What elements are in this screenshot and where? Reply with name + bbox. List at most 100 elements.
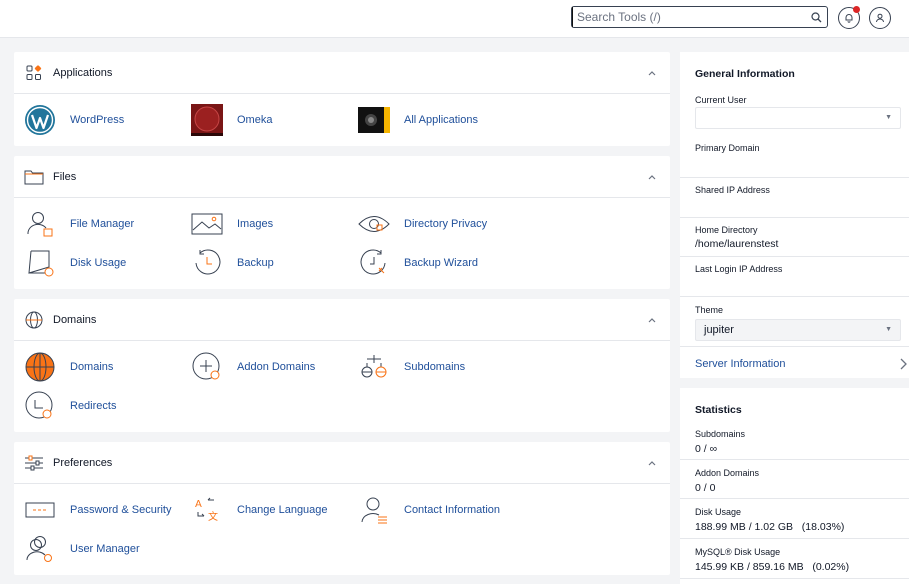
sliders-icon [24,453,44,473]
app-label: WordPress [70,114,125,126]
subdomains-icon [358,351,390,383]
applications-header[interactable]: Applications [14,52,670,94]
tool-user-manager[interactable]: User Manager [24,531,140,567]
tool-label: Redirects [70,400,117,412]
notifications-button[interactable] [838,6,860,29]
chevron-right-icon [900,358,907,370]
file-manager-icon [24,208,56,240]
stat-label: MySQL® Disk Usage [695,547,781,557]
svg-text:文: 文 [208,510,218,523]
preferences-header[interactable]: Preferences [14,442,670,484]
tool-images[interactable]: Images [191,206,273,242]
primary-domain-label: Primary Domain [695,143,760,153]
search-box [571,6,828,28]
wordpress-icon [24,104,56,136]
tool-addon-domains[interactable]: Addon Domains [191,349,315,385]
tool-backup[interactable]: Backup [191,245,274,281]
tool-domains[interactable]: Domains [24,349,113,385]
stat-row: Subdomains 0 / ∞ [680,426,909,460]
domains-header[interactable]: Domains [14,299,670,341]
chevron-up-icon[interactable] [646,67,658,79]
section-title: Domains [53,313,97,326]
backup-icon [191,247,223,279]
applications-panel: Applications WordPress Omeka All Applica… [14,52,670,146]
chevron-up-icon[interactable] [646,314,658,326]
home-directory-label: Home Directory [695,225,758,235]
caret-down-icon: ▼ [885,326,892,333]
app-wordpress[interactable]: WordPress [24,102,124,138]
statistics-panel: Statistics Subdomains 0 / ∞ Addon Domain… [680,388,909,584]
password-icon [24,494,56,526]
stat-value: 188.99 MB / 1.02 GB (18.03%) [695,521,845,533]
omeka-icon [191,104,223,136]
stat-label: Subdomains [695,429,746,439]
all-applications-icon [358,104,390,136]
last-login-label: Last Login IP Address [695,264,783,274]
app-all-applications[interactable]: All Applications [358,102,478,138]
bell-icon [845,14,853,23]
addon-domains-icon [191,351,223,383]
user-manager-icon [24,533,56,565]
tool-label: Directory Privacy [404,218,488,230]
home-directory-row: Home Directory /home/laurenstest [680,218,909,257]
stat-label: Addon Domains [695,468,760,478]
chevron-up-icon[interactable] [646,171,658,183]
user-menu-button[interactable] [869,7,891,29]
redirects-icon [24,390,56,422]
tool-label: Change Language [237,504,328,516]
tool-disk-usage[interactable]: Disk Usage [24,245,126,281]
globe-icon [24,351,56,383]
contact-icon [358,494,390,526]
stat-value: 145.99 KB / 859.16 MB (0.02%) [695,561,850,573]
app-omeka[interactable]: Omeka [191,102,272,138]
preferences-panel: Preferences Password & Security A文 Chang… [14,442,670,575]
tool-backup-wizard[interactable]: Backup Wizard [358,245,478,281]
files-panel: Files File Manager Images Directory Priv… [14,156,670,289]
tool-label: Contact Information [404,504,500,516]
tool-label: Backup [237,257,274,269]
tool-directory-privacy[interactable]: Directory Privacy [358,206,487,242]
tool-change-language[interactable]: A文 Change Language [191,492,328,528]
tool-label: Disk Usage [70,257,127,269]
theme-row: Theme jupiter ▼ [680,297,909,347]
search-input[interactable] [572,7,805,27]
tool-label: User Manager [70,543,140,555]
domains-panel: Domains Domains Addon Domains Subdomains [14,299,670,432]
tool-label: Password & Security [70,504,172,516]
stat-row: MySQL® Disk Usage 145.99 KB / 859.16 MB … [680,539,909,579]
backup-wizard-icon [358,247,390,279]
top-bar [0,0,909,38]
globe-icon [24,310,44,330]
current-user-row: Current User ▼ [680,92,909,136]
home-directory-value: /home/laurenstest [695,238,779,250]
chevron-up-icon[interactable] [646,457,658,469]
shared-ip-row: Shared IP Address [680,178,909,218]
general-information-title: General Information [695,68,795,80]
server-information-link[interactable]: Server Information [680,347,909,381]
app-label: Omeka [237,114,273,126]
tool-label: Domains [70,361,114,373]
current-user-select[interactable]: ▼ [695,107,901,129]
current-user-label: Current User [695,95,747,105]
theme-select[interactable]: jupiter ▼ [695,319,901,341]
tool-label: Images [237,218,274,230]
user-icon [876,13,884,23]
tool-contact-information[interactable]: Contact Information [358,492,500,528]
stat-value: 0 / ∞ [695,443,718,455]
tool-label: Subdomains [404,361,466,373]
tool-subdomains[interactable]: Subdomains [358,349,465,385]
tool-redirects[interactable]: Redirects [24,388,116,424]
general-information-panel: General Information Current User ▼ Prima… [680,52,909,378]
files-header[interactable]: Files [14,156,670,198]
tool-password-security[interactable]: Password & Security [24,492,171,528]
search-icon[interactable] [805,7,827,27]
tool-file-manager[interactable]: File Manager [24,206,134,242]
notification-dot [853,6,860,13]
disk-usage-icon [24,247,56,279]
tool-label: File Manager [70,218,135,230]
section-title: Applications [53,66,113,79]
tool-label: Backup Wizard [404,257,478,269]
applications-grid-icon [24,63,44,83]
stat-row: Addon Domains 0 / 0 [680,460,909,499]
theme-label: Theme [695,305,724,315]
